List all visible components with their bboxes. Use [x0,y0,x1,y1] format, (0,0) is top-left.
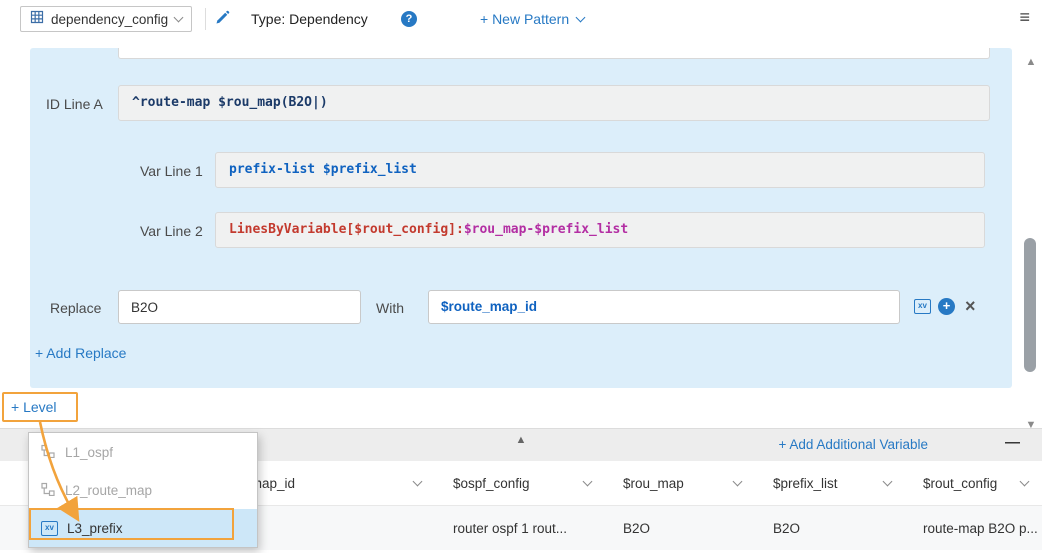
new-pattern-label: + New Pattern [480,11,569,27]
var-line-2-label: Var Line 2 [140,223,203,239]
chevron-down-icon[interactable] [583,477,593,487]
with-input[interactable]: $route_map_id [428,290,900,324]
var-line-1-label: Var Line 1 [140,163,203,179]
replace-input[interactable] [118,290,361,324]
pattern-selector[interactable]: dependency_config [20,6,192,32]
chevron-down-icon[interactable] [1020,477,1030,487]
table-cell: B2O [605,506,755,550]
hierarchy-icon [41,482,56,499]
var-line-2-input[interactable]: LinesByVariable[$rout_config]:$rou_map-$… [215,212,985,248]
pattern-editor-panel: ID Line A ^route-map $rou_map(B2O|) Var … [30,48,1012,388]
level-option-label: L2_route_map [65,483,152,498]
table-cell: route-map B2O p... [905,506,1042,550]
remove-replace-row-icon[interactable]: × [965,297,976,315]
insert-variable-icon[interactable]: xv [914,299,931,314]
chevron-down-icon[interactable] [413,477,423,487]
help-icon[interactable]: ? [401,11,417,27]
edit-pattern-icon[interactable] [215,10,230,30]
variable-icon: xv [41,521,58,536]
minimize-table-icon[interactable]: — [1005,434,1020,451]
chevron-down-icon [576,13,586,23]
column-label: $prefix_list [773,476,838,491]
column-header-prefix-list[interactable]: $prefix_list [755,461,905,505]
scrollbar-thumb[interactable] [1024,238,1036,372]
var-line-2-value-function: LinesByVariable[$rout_config]: [229,222,464,237]
menu-icon[interactable]: ≡ [1019,7,1030,28]
replace-label: Replace [50,300,101,316]
scroll-up-icon[interactable]: ▲ [1022,56,1040,68]
var-line-2-value-variables: $rou_map-$prefix_list [464,222,628,237]
pattern-type-label: Type: Dependency [251,11,368,27]
column-label: $rout_config [923,476,997,491]
id-line-a-label: ID Line A [46,96,103,112]
column-label: $ospf_config [453,476,530,491]
cell-value: B2O [623,521,650,536]
table-cell: router ospf 1 rout... [435,506,605,550]
level-option-label: L1_ospf [65,445,113,460]
column-header-ospf-config[interactable]: $ospf_config [435,461,605,505]
topbar: dependency_config Type: Dependency ? + N… [0,0,1042,38]
chevron-down-icon[interactable] [883,477,893,487]
var-line-1-input[interactable]: prefix-list $prefix_list [215,152,985,188]
add-replace-row-icon[interactable]: + [938,298,955,315]
table-grid-icon [30,10,44,29]
column-header-rou-map[interactable]: $rou_map [605,461,755,505]
with-value: $route_map_id [441,299,537,314]
cell-value: route-map B2O p... [923,521,1038,536]
cell-value: B2O [773,521,800,536]
collapse-table-icon[interactable]: ▲ [516,434,527,446]
level-option-l1-ospf[interactable]: L1_ospf [29,433,257,471]
app-window: dependency_config Type: Dependency ? + N… [0,0,1042,553]
pattern-selector-value: dependency_config [51,12,168,27]
id-line-a-input[interactable]: ^route-map $rou_map(B2O|) [118,85,990,121]
scrolled-input-remnant [118,48,990,59]
id-line-a-value: ^route-map $rou_map(B2O|) [132,95,328,110]
level-dropdown-menu: L1_ospf L2_route_map xv L3_prefix [28,432,258,548]
add-replace-link[interactable]: + Add Replace [35,345,126,361]
cell-value: router ospf 1 rout... [453,521,567,536]
add-level-link[interactable]: + Level [11,399,57,415]
divider [205,8,206,30]
chevron-down-icon [174,13,184,23]
with-label: With [376,300,404,316]
chevron-down-icon[interactable] [733,477,743,487]
column-header-rout-config[interactable]: $rout_config [905,461,1042,505]
level-option-label: L3_prefix [67,521,123,536]
var-line-1-value: prefix-list $prefix_list [229,162,417,177]
column-label: $rou_map [623,476,684,491]
level-option-l2-route-map[interactable]: L2_route_map [29,471,257,509]
add-additional-variable-link[interactable]: + Add Additional Variable [779,437,929,452]
level-option-l3-prefix[interactable]: xv L3_prefix [29,509,257,547]
annotation-box-level: + Level [2,392,78,422]
new-pattern-button[interactable]: + New Pattern [480,11,584,27]
table-cell: B2O [755,506,905,550]
hierarchy-icon [41,444,56,461]
